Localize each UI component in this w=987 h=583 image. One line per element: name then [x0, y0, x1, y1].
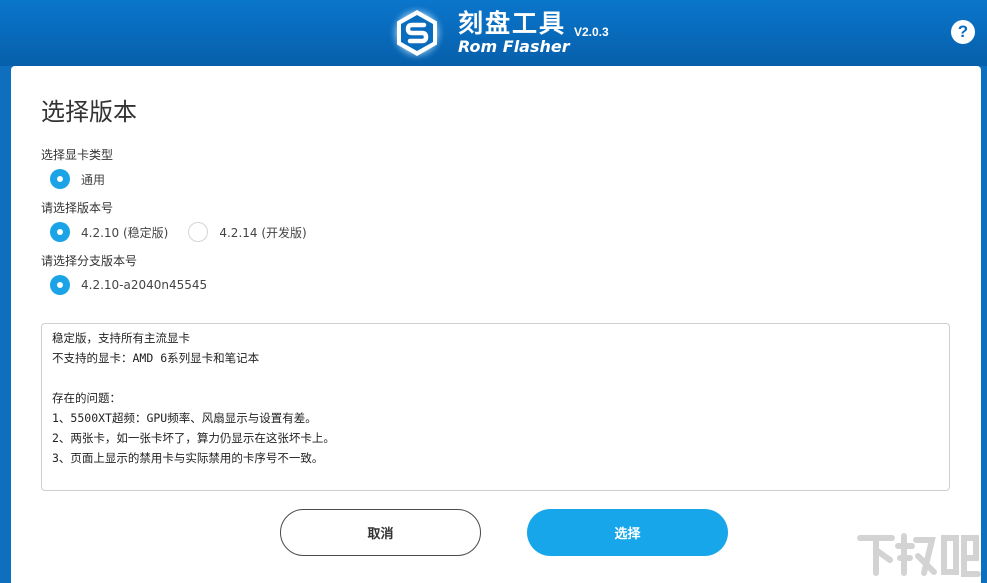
- radio-branch-label[interactable]: 4.2.10-a2040n45545: [81, 278, 207, 292]
- app-name-cn: 刻盘工具: [458, 9, 567, 38]
- branch-select-label: 请选择分支版本号: [41, 254, 138, 268]
- radio-version-dev[interactable]: [188, 222, 209, 242]
- app-name-en: Rom Flasher: [458, 37, 570, 56]
- help-icon[interactable]: ?: [951, 20, 975, 44]
- version-select-label: 请选择版本号: [41, 201, 114, 215]
- description-line: 3、页面上显示的禁用卡与实际禁用的卡序号不一致。: [52, 451, 324, 465]
- radio-version-stable[interactable]: [50, 222, 70, 242]
- description-line: 2、两张卡，如一张卡坏了，算力仍显示在这张坏卡上。: [52, 431, 335, 445]
- description-line: 存在的问题：: [52, 391, 121, 405]
- rom-flasher-logo-icon: [388, 4, 446, 62]
- gpu-type-label: 选择显卡类型: [41, 148, 114, 162]
- description-line: 1、5500XT超频：GPU频率、风扇显示与设置有差。: [52, 411, 317, 425]
- radio-version-dev-label[interactable]: 4.2.14 (开发版): [219, 224, 306, 241]
- branch-options: 4.2.10-a2040n45545: [50, 275, 207, 295]
- description-line: [52, 368, 939, 388]
- app-logo: 刻盘工具 Rom Flasher: [388, 4, 570, 62]
- app-header: 刻盘工具 Rom Flasher V2.0.3 ?: [0, 0, 987, 66]
- page-title: 选择版本: [41, 98, 137, 126]
- app-name: 刻盘工具 Rom Flasher: [458, 10, 570, 56]
- radio-branch[interactable]: [50, 275, 70, 295]
- cancel-button[interactable]: 取消: [280, 509, 481, 556]
- select-button[interactable]: 选择: [527, 509, 728, 556]
- radio-gpu-generic-label[interactable]: 通用: [81, 171, 105, 188]
- radio-gpu-generic[interactable]: [50, 169, 70, 189]
- description-line: 稳定版，支持所有主流显卡: [52, 331, 190, 345]
- description-line: 不支持的显卡：AMD 6系列显卡和笔记本: [52, 351, 260, 365]
- radio-version-stable-label[interactable]: 4.2.10 (稳定版): [81, 224, 168, 241]
- version-description[interactable]: 稳定版，支持所有主流显卡不支持的显卡：AMD 6系列显卡和笔记本 存在的问题： 1…: [41, 323, 950, 491]
- version-label: V2.0.3: [574, 25, 609, 39]
- gpu-type-options: 通用: [50, 169, 105, 189]
- xiazaiba-watermark-icon: [852, 528, 982, 583]
- version-options: 4.2.10 (稳定版) 4.2.14 (开发版): [50, 222, 307, 242]
